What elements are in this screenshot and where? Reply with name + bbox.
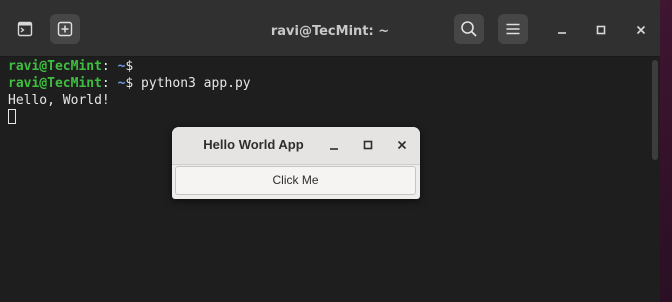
prompt-separator: : — [101, 59, 110, 74]
program-output: Hello, World! — [8, 93, 110, 108]
command-text: python3 app.py — [133, 76, 251, 91]
terminal-line: ravi@TecMint: ~$ — [8, 58, 646, 75]
minimize-icon — [558, 32, 566, 34]
terminal-output[interactable]: ravi@TecMint: ~$ ravi@TecMint: ~$ python3… — [8, 58, 646, 126]
search-icon — [461, 21, 477, 37]
app-maximize-button[interactable] — [361, 138, 375, 152]
scrollbar-thumb[interactable] — [652, 60, 658, 160]
app-minimize-button[interactable] — [327, 138, 341, 152]
app-close-button[interactable] — [395, 138, 409, 152]
click-me-button[interactable]: Click Me — [175, 166, 416, 195]
terminal-line: ravi@TecMint: ~$ python3 app.py — [8, 75, 646, 92]
terminal-scrollbar[interactable] — [650, 58, 658, 298]
minimize-button[interactable] — [554, 22, 570, 38]
text-cursor — [8, 109, 16, 124]
hello-world-app-window: Hello World App Click Me — [172, 127, 420, 199]
terminal-line — [8, 109, 646, 126]
menu-button[interactable] — [498, 14, 528, 44]
close-button[interactable] — [633, 22, 649, 38]
prompt-path: ~ — [109, 59, 126, 74]
app-title: Hello World App — [203, 137, 304, 152]
maximize-icon — [596, 25, 606, 35]
minimize-icon — [330, 148, 338, 150]
search-button[interactable] — [454, 14, 484, 44]
prompt-user: ravi@TecMint — [8, 59, 102, 74]
prompt-user: ravi@TecMint — [8, 76, 102, 91]
maximize-icon — [363, 140, 373, 150]
prompt-separator: : — [101, 76, 110, 91]
prompt-symbol: $ — [125, 59, 134, 74]
terminal-titlebar[interactable]: ravi@TecMint: ~ — [0, 0, 660, 57]
maximize-button[interactable] — [593, 22, 609, 38]
close-icon — [636, 25, 646, 35]
app-titlebar[interactable]: Hello World App — [172, 127, 420, 165]
close-icon — [397, 140, 407, 150]
prompt-path: ~ — [109, 76, 126, 91]
hamburger-menu-icon — [506, 23, 520, 35]
